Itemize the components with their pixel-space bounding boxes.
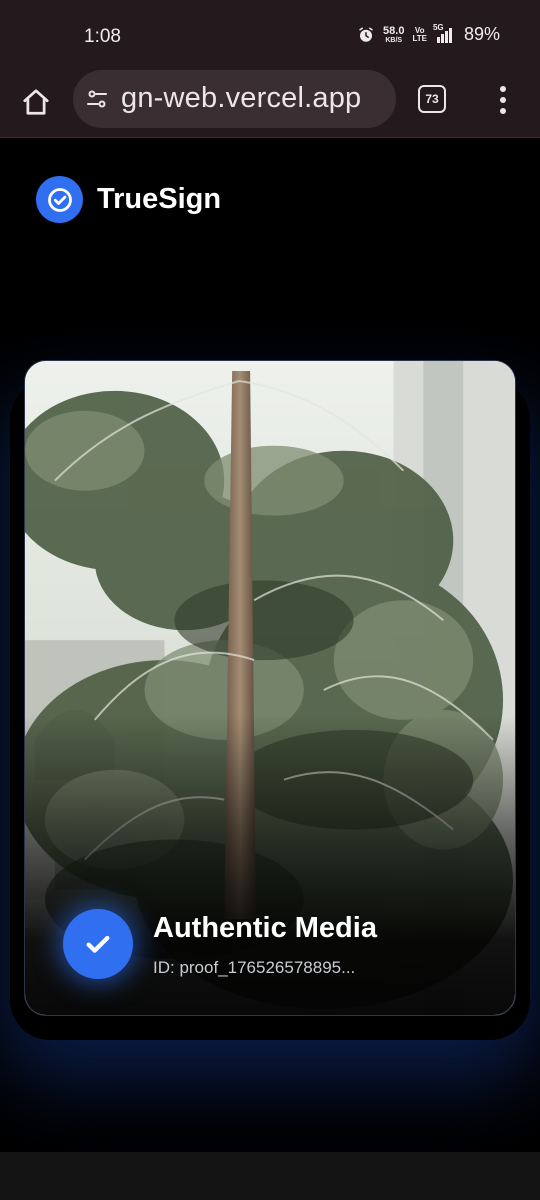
screen: 1:08 58.0 KB/S Vo LTE 5G 89% gn-web.verc… — [0, 0, 540, 1200]
battery-level: 89% — [463, 24, 500, 44]
system-navigation-bar — [0, 1152, 540, 1200]
network-type: 5G — [432, 22, 444, 32]
proof-id: ID: proof_176526578895... — [153, 958, 356, 977]
verification-title: Authentic Media — [153, 912, 377, 944]
alarm-icon — [359, 27, 373, 42]
status-bar: 1:08 58.0 KB/S Vo LTE 5G 89% — [0, 0, 540, 70]
tab-count: 73 — [425, 92, 439, 106]
volte-indicator: Vo LTE — [412, 26, 427, 43]
brand-name: TrueSign — [97, 183, 222, 215]
menu-icon[interactable] — [490, 80, 516, 120]
browser-toolbar: gn-web.vercel.app 73 — [0, 70, 540, 138]
url-bar[interactable]: gn-web.vercel.app — [73, 70, 396, 128]
network-speed-value: 58.0 — [383, 24, 405, 37]
status-indicators: 58.0 KB/S Vo LTE 5G 89% — [357, 23, 500, 45]
media-card[interactable]: Authentic Media ID: proof_176526578895..… — [24, 360, 516, 1016]
tabs-button[interactable]: 73 — [418, 85, 446, 113]
network-speed-unit: KB/S — [385, 36, 403, 44]
url-text[interactable]: gn-web.vercel.app — [121, 82, 361, 115]
network-speed: 58.0 KB/S — [383, 24, 405, 44]
truesign-logo-icon — [36, 176, 83, 223]
home-icon — [23, 89, 49, 115]
volte-bottom: LTE — [412, 33, 427, 43]
home-button[interactable] — [18, 84, 54, 120]
signal-icon: 5G — [433, 23, 452, 43]
verified-check-icon — [63, 909, 133, 979]
status-time: 1:08 — [84, 26, 121, 47]
app-brand[interactable]: TrueSign — [36, 176, 221, 223]
site-settings-icon[interactable] — [85, 87, 109, 111]
